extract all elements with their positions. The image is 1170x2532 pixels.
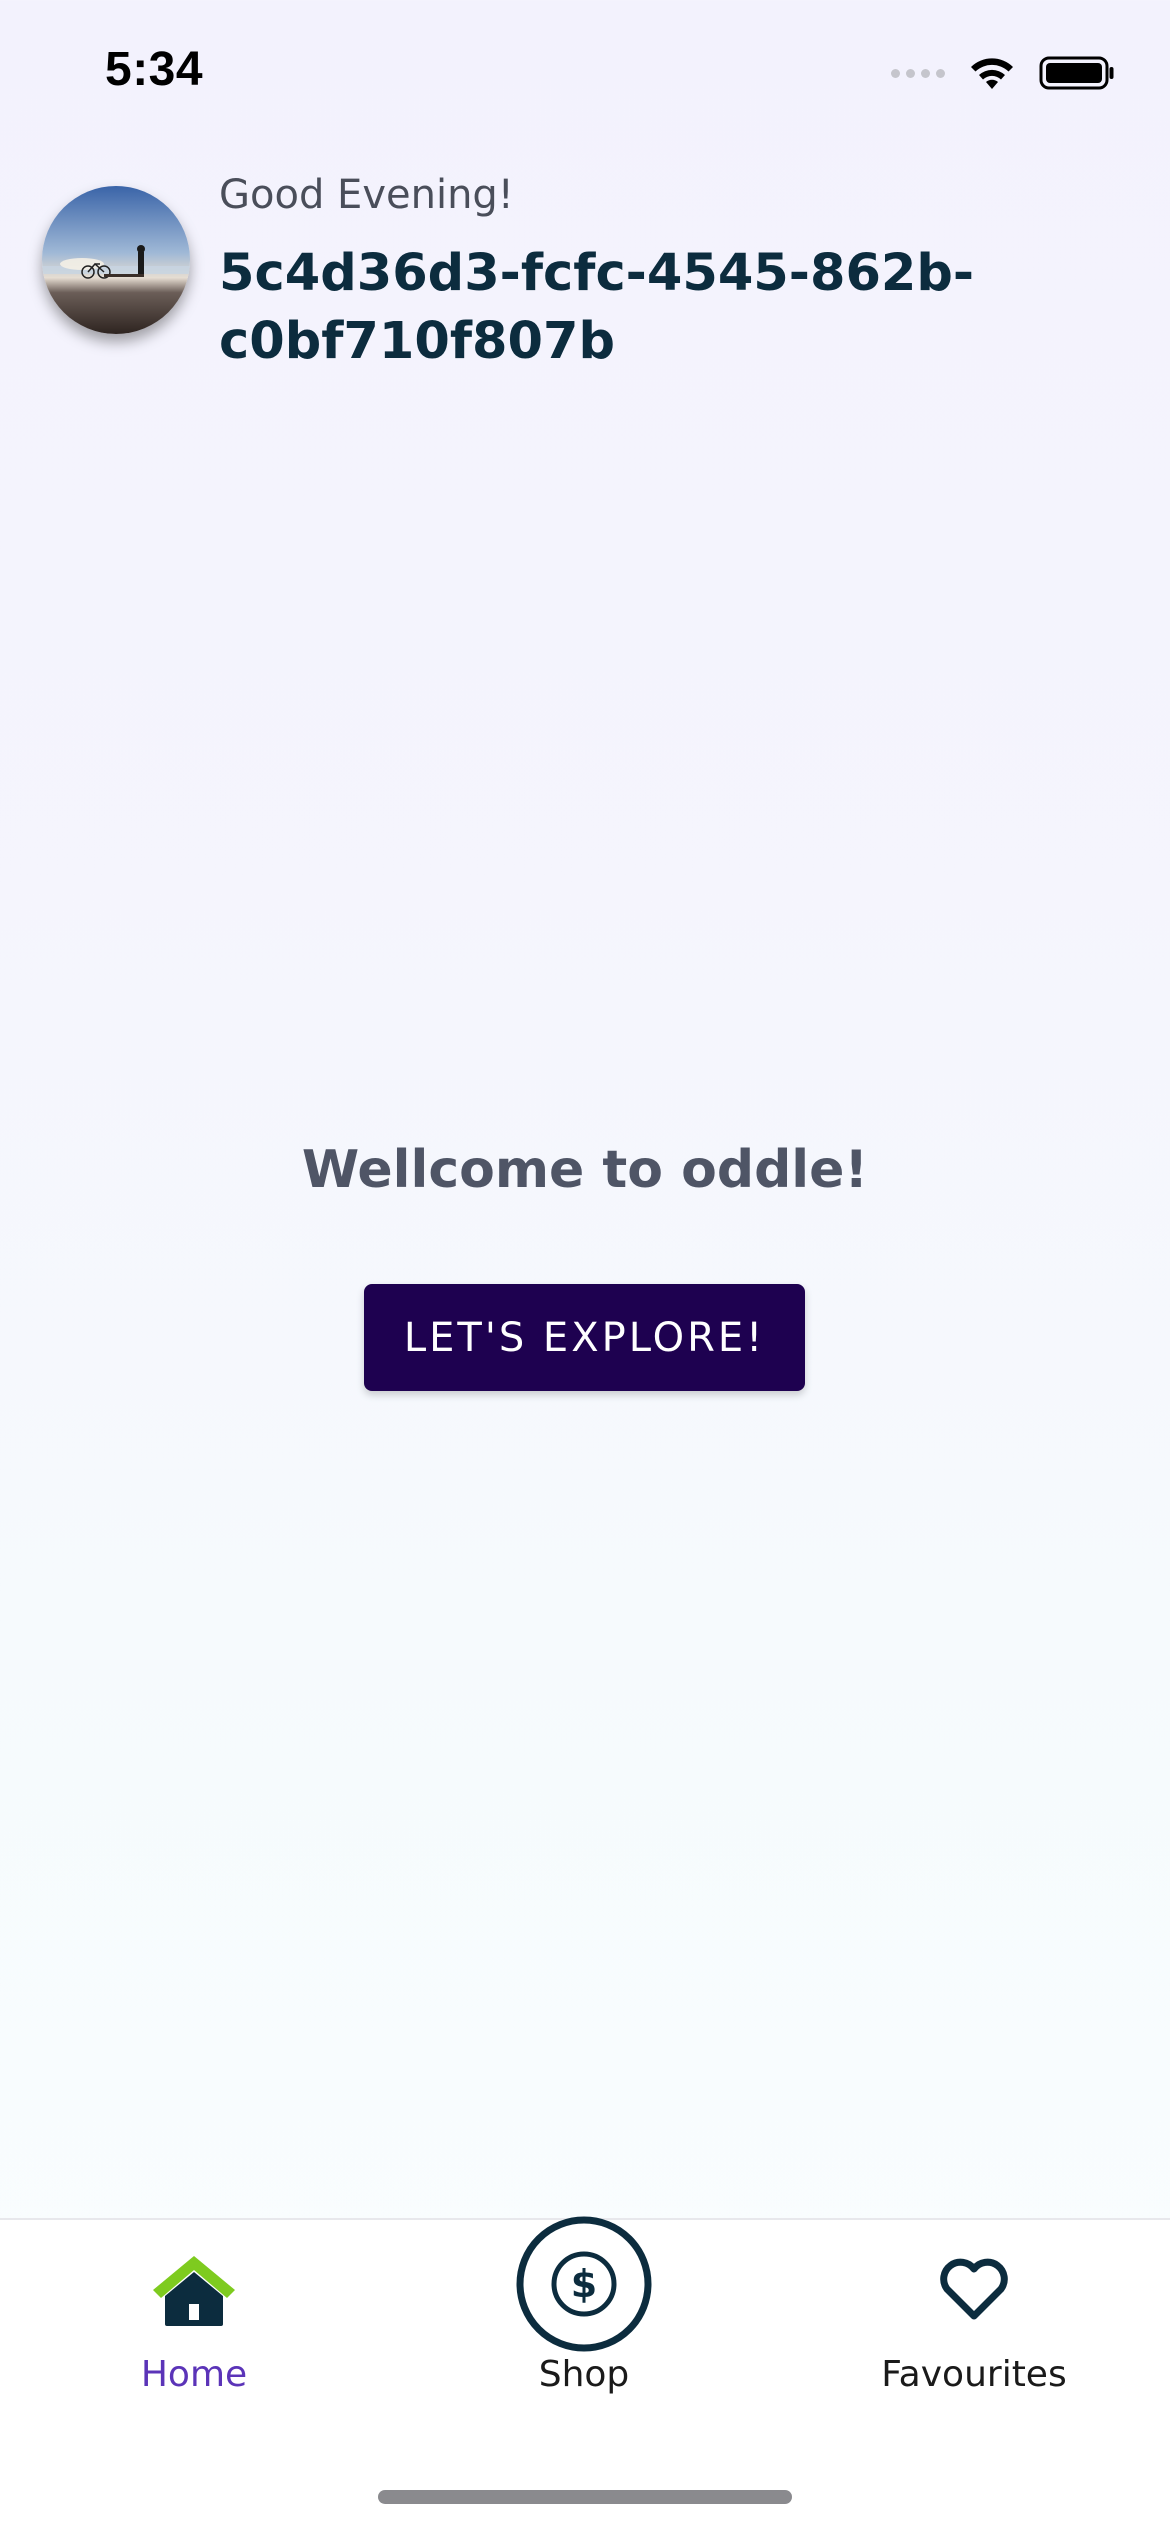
status-time: 5:34 <box>105 43 204 96</box>
tab-shop[interactable]: $ Shop <box>434 2216 734 2420</box>
status-icons <box>891 55 1115 91</box>
home-indicator <box>378 2490 792 2504</box>
svg-text:$: $ <box>571 2262 597 2306</box>
user-name: 5c4d36d3-fcfc-4545-862b-c0bf710f807b <box>219 244 975 371</box>
cellular-signal-icon <box>891 68 945 78</box>
dollar-icon: $ <box>516 2216 652 2352</box>
home-icon <box>153 2256 235 2326</box>
status-bar: 5:34 <box>0 0 1170 150</box>
avatar-image <box>42 186 190 334</box>
wifi-icon <box>971 58 1013 89</box>
tab-home[interactable]: Home <box>44 2220 344 2420</box>
tab-favourites-label: Favourites <box>881 2354 1067 2395</box>
avatar[interactable] <box>42 186 190 334</box>
tab-home-label: Home <box>140 2354 248 2395</box>
welcome-heading: Wellcome to oddle! <box>301 1140 869 1200</box>
tab-favourites[interactable]: Favourites <box>824 2220 1124 2420</box>
tab-shop-label: Shop <box>538 2354 630 2395</box>
bottom-tab-bar: Home $ Shop Favourites <box>0 2216 1170 2532</box>
battery-icon <box>1039 56 1114 90</box>
greeting-text: Good Evening! <box>219 172 514 218</box>
heart-icon <box>940 2258 1008 2320</box>
explore-button[interactable]: LET'S EXPLORE! <box>364 1284 805 1391</box>
